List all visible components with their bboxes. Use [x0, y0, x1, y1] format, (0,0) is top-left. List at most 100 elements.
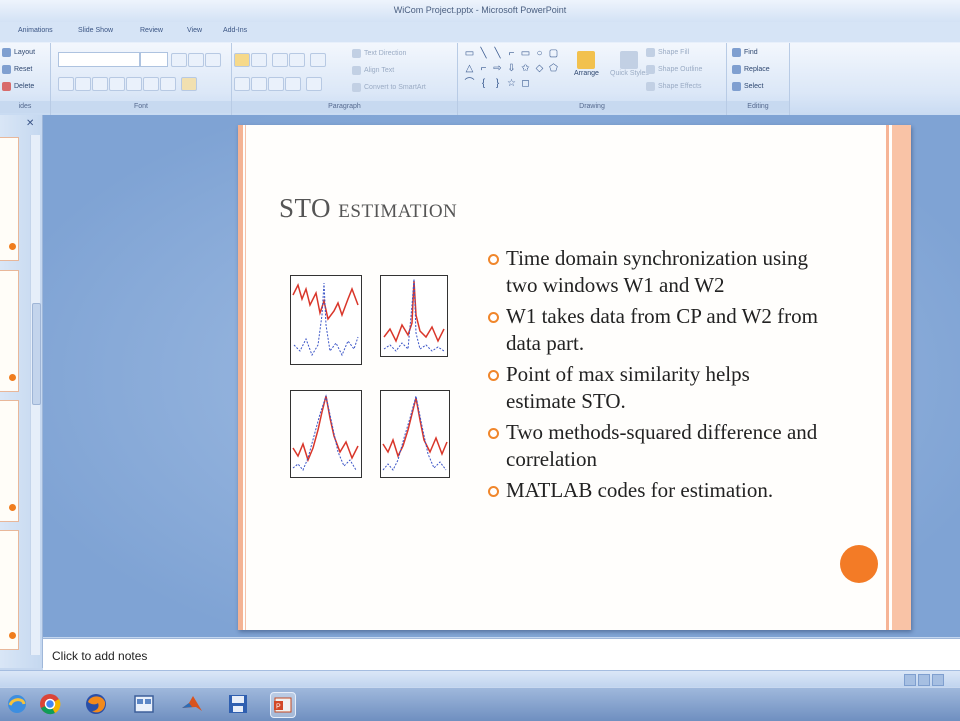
pentagon-shape-icon[interactable]: ⬠ — [548, 63, 559, 74]
strikethrough-button[interactable] — [109, 77, 125, 91]
align-right-button[interactable] — [268, 77, 284, 91]
bold-button[interactable] — [58, 77, 74, 91]
slideshow-icon[interactable] — [932, 674, 944, 686]
slide-title[interactable]: STO estimation — [279, 193, 457, 224]
normal-view-icon[interactable] — [904, 674, 916, 686]
shape-outline-button[interactable]: Shape Outline — [646, 65, 702, 74]
text-direction-button[interactable]: Text Direction — [352, 49, 406, 58]
clear-format-button[interactable] — [205, 53, 221, 67]
align-left-button[interactable] — [234, 77, 250, 91]
change-case-button[interactable] — [160, 77, 176, 91]
layout-button[interactable]: Layout — [2, 48, 35, 57]
select-button[interactable]: Select — [732, 82, 763, 91]
slide-thumbnail[interactable] — [0, 400, 19, 522]
brace2-shape-icon[interactable]: } — [492, 78, 503, 89]
slide-left-rule — [245, 125, 246, 630]
plot-image[interactable] — [290, 275, 362, 365]
tab-review[interactable]: Review — [140, 27, 163, 34]
star-shape-icon[interactable]: ✩ — [520, 63, 531, 74]
scroll-thumb[interactable] — [32, 303, 41, 405]
firefox-icon[interactable] — [84, 692, 108, 716]
font-name-combo[interactable] — [58, 52, 140, 67]
oval-shape-icon[interactable]: ○ — [534, 48, 545, 59]
curve-shape-icon[interactable]: ⌒ — [464, 78, 475, 89]
slide-thumbnail[interactable] — [0, 270, 19, 392]
replace-button[interactable]: Replace — [732, 65, 770, 74]
rect-shape-icon[interactable]: ▭ — [464, 48, 475, 59]
ie-icon[interactable] — [5, 692, 29, 716]
shape-effects-button[interactable]: Shape Effects — [646, 82, 701, 91]
reset-button[interactable]: Reset — [2, 65, 32, 74]
chrome-icon[interactable] — [38, 692, 62, 716]
bracket-shape-icon[interactable]: ⌐ — [478, 63, 489, 74]
window-icon[interactable] — [132, 692, 156, 716]
slide-thumbnail[interactable] — [0, 137, 19, 261]
font-group-label: Font — [51, 101, 231, 113]
bullet-item[interactable]: Time domain synchronization using two wi… — [488, 245, 818, 299]
triangle-shape-icon[interactable]: △ — [464, 63, 475, 74]
slide-canvas[interactable]: STO estimation Time domain synchronizati — [238, 125, 911, 630]
increase-indent-button[interactable] — [289, 53, 305, 67]
shape-fill-button[interactable]: Shape Fill — [646, 48, 689, 57]
slide-sorter-icon[interactable] — [918, 674, 930, 686]
columns-button[interactable] — [306, 77, 322, 91]
bullet-marker — [488, 428, 499, 439]
bullet-item[interactable]: W1 takes data from CP and W2 from data p… — [488, 303, 818, 357]
save-icon[interactable] — [226, 692, 250, 716]
italic-button[interactable] — [75, 77, 91, 91]
slide-thumbnail[interactable] — [0, 530, 19, 650]
quick-styles-icon — [620, 51, 639, 69]
bullet-item[interactable]: Point of max similarity helps estimate S… — [488, 361, 818, 415]
corner-shape-icon[interactable]: ⌐ — [506, 48, 517, 59]
ribbon: Layout Reset Delete ides Font Text Direc… — [0, 42, 960, 116]
bullets-button[interactable] — [234, 53, 250, 67]
font-color-button[interactable] — [181, 77, 197, 91]
powerpoint-icon[interactable]: P — [270, 692, 296, 718]
shape-outline-icon — [646, 65, 655, 74]
bullet-item[interactable]: MATLAB codes for estimation. — [488, 477, 818, 504]
plot-image[interactable] — [380, 275, 448, 357]
convert-smartart-button[interactable]: Convert to SmartArt — [352, 83, 426, 92]
notes-pane[interactable]: Click to add notes — [43, 638, 960, 671]
brace-shape-icon[interactable]: { — [478, 78, 489, 89]
delete-button[interactable]: Delete — [2, 82, 34, 91]
tab-add-ins[interactable]: Add-Ins — [223, 27, 247, 34]
bullet-item[interactable]: Two methods-squared difference and corre… — [488, 419, 818, 473]
arrow-right-icon[interactable]: ⇨ — [492, 63, 503, 74]
line-shape-icon[interactable]: ╲ — [478, 48, 489, 59]
slides-group-label: ides — [0, 101, 50, 113]
numbering-button[interactable] — [251, 53, 267, 67]
callout-shape-icon[interactable]: ◻ — [520, 78, 531, 89]
quick-styles-button[interactable]: Quick Styles — [610, 51, 649, 77]
align-text-button[interactable]: Align Text — [352, 66, 394, 75]
bullet-list[interactable]: Time domain synchronization using two wi… — [488, 245, 818, 508]
tab-animations[interactable]: Animations — [18, 27, 53, 34]
star2-shape-icon[interactable]: ☆ — [506, 78, 517, 89]
grow-font-button[interactable] — [171, 53, 187, 67]
shadow-button[interactable] — [126, 77, 142, 91]
notes-placeholder[interactable]: Click to add notes — [52, 649, 147, 663]
tab-view[interactable]: View — [187, 27, 202, 34]
line2-shape-icon[interactable]: ╲ — [492, 48, 503, 59]
rounded-rect-icon[interactable]: ▢ — [548, 48, 559, 59]
rect2-shape-icon[interactable]: ▭ — [520, 48, 531, 59]
underline-button[interactable] — [92, 77, 108, 91]
justify-button[interactable] — [285, 77, 301, 91]
font-size-combo[interactable] — [140, 52, 168, 67]
plot-image[interactable] — [380, 390, 450, 478]
thumbnail-scrollbar[interactable] — [30, 135, 41, 655]
align-center-button[interactable] — [251, 77, 267, 91]
arrow-down-icon[interactable]: ⇩ — [506, 63, 517, 74]
decrease-indent-button[interactable] — [272, 53, 288, 67]
line-spacing-button[interactable] — [310, 53, 326, 67]
shrink-font-button[interactable] — [188, 53, 204, 67]
plot-image[interactable] — [290, 390, 362, 478]
status-bar — [0, 670, 960, 688]
close-pane-icon[interactable]: ✕ — [26, 118, 34, 129]
matlab-icon[interactable] — [180, 692, 204, 716]
tab-slide-show[interactable]: Slide Show — [78, 27, 113, 34]
diamond-shape-icon[interactable]: ◇ — [534, 63, 545, 74]
find-button[interactable]: Find — [732, 48, 758, 57]
arrange-button[interactable]: Arrange — [574, 51, 599, 77]
char-spacing-button[interactable] — [143, 77, 159, 91]
